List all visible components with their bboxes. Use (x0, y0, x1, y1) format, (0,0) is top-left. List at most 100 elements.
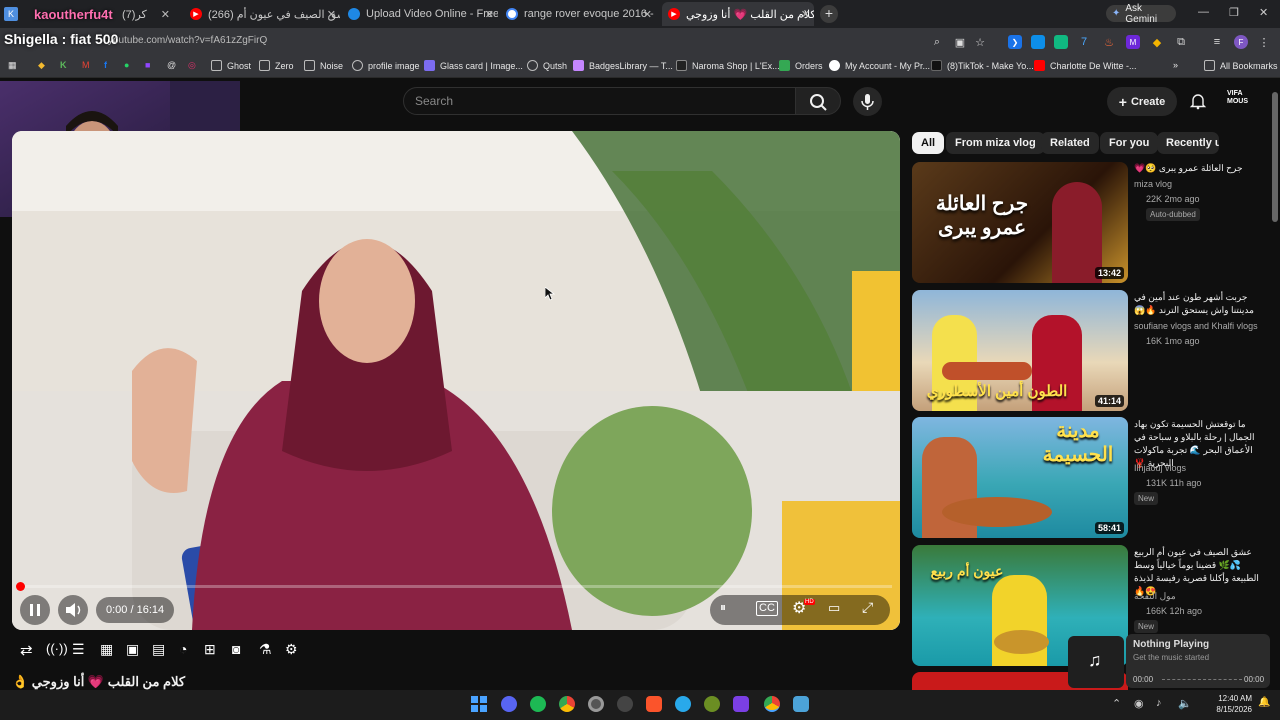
playlist-icon[interactable]: ☰ (72, 641, 85, 658)
loop-icon[interactable]: ⇄ (20, 641, 33, 659)
bookmark-naroma-shop[interactable]: Naroma Shop | L'Ex... (676, 60, 780, 71)
bookmark-my-account[interactable]: My Account - My Pr... (829, 60, 930, 71)
bookmark-noise[interactable]: Noise (304, 60, 343, 71)
notification-center-icon[interactable]: 🔔 (1258, 697, 1270, 708)
voice-search-button[interactable] (853, 87, 882, 116)
close-tab-icon[interactable]: ✕ (327, 8, 336, 21)
chip-all[interactable]: All (912, 132, 945, 154)
cinema-icon[interactable]: ▤ (152, 641, 165, 658)
apps-grid-icon[interactable]: ▦ (8, 60, 17, 71)
theater-mode-icon[interactable]: ▭ (828, 600, 840, 616)
brave-icon[interactable] (646, 696, 662, 712)
bookmark-glass-card[interactable]: Glass card | Image... (424, 60, 523, 71)
profile-avatar[interactable]: F (1234, 35, 1248, 49)
progress-bar[interactable] (20, 585, 892, 588)
all-bookmarks[interactable]: All Bookmarks (1204, 60, 1278, 71)
bookmark-ghost[interactable]: Ghost (211, 60, 251, 71)
tray-chevron-icon[interactable]: ⌃ (1112, 697, 1121, 710)
app-icon[interactable] (733, 696, 749, 712)
bookmark-tiktok[interactable]: (8)TikTok - Make Yo... (931, 60, 1034, 71)
search-input[interactable]: Search (403, 87, 796, 115)
binance-icon[interactable]: ◆ (38, 60, 45, 71)
captions-icon[interactable]: CC (756, 601, 778, 616)
discord-icon[interactable] (501, 696, 517, 712)
spotify-icon[interactable] (530, 696, 546, 712)
system-clock[interactable]: 12:40 AM 8/15/2026 (1210, 693, 1252, 715)
screenshot-camera-icon[interactable]: ◙ (232, 641, 240, 657)
create-button[interactable]: + Create (1107, 87, 1177, 116)
more-bookmarks-icon[interactable]: » (1173, 60, 1178, 70)
recommendation-thumbnail[interactable]: جرح العائلة عمرو يبرى 13:42 (912, 162, 1128, 283)
speed-icon[interactable]: ◔ (179, 641, 187, 657)
chip-recently-uploaded[interactable]: Recently up (1157, 132, 1219, 154)
close-tab-icon[interactable]: ✕ (485, 8, 494, 21)
extension-icon[interactable]: ❯ (1008, 35, 1022, 49)
fullscreen-icon[interactable]: ⤢ (862, 599, 873, 616)
recommendation-thumbnail[interactable]: الطون أمين الأسطوري 41:14 (912, 290, 1128, 411)
notifications-button[interactable] (1189, 92, 1207, 110)
flask-icon[interactable]: ⚗ (259, 641, 272, 658)
app-icon[interactable] (793, 696, 809, 712)
clip-icon[interactable]: ▦ (100, 641, 113, 658)
account-avatar[interactable]: VIFA MOUS (1227, 90, 1255, 112)
extensions-puzzle-icon[interactable]: ⧉ (1174, 35, 1188, 49)
chrome-active-icon[interactable] (764, 696, 780, 712)
bookmark-zero[interactable]: Zero (259, 60, 294, 71)
whatsapp-icon[interactable]: ● (124, 60, 129, 70)
search-button[interactable] (795, 87, 841, 115)
threads-icon[interactable]: @ (167, 60, 176, 70)
extension-icon[interactable] (1054, 35, 1068, 49)
telegram-icon[interactable] (675, 696, 691, 712)
bookmark-orders[interactable]: Orders (779, 60, 823, 71)
extension-icon[interactable]: M (1126, 35, 1140, 49)
tab-active-video[interactable]: ▶ كلام من القلب 💗 أنا وزوجي ✕ (662, 2, 814, 26)
extension-icon[interactable]: ◆ (1150, 35, 1164, 49)
bookmark-badges-library[interactable]: BadgesLibrary — T... (573, 60, 673, 71)
add-box-icon[interactable]: ⊞ (204, 641, 216, 658)
facebook-icon[interactable]: f (104, 60, 107, 70)
bookmark-star-icon[interactable]: ☆ (973, 35, 987, 49)
recommendation-channel[interactable]: miza vlog (1134, 179, 1172, 189)
recommendation-channel[interactable]: مول النفحة (1134, 591, 1176, 602)
app-icon[interactable] (704, 696, 720, 712)
progress-scrubber[interactable] (16, 582, 25, 591)
extension-icon[interactable]: 7 (1077, 35, 1091, 49)
recommendation-channel[interactable]: soufiane vlogs and Khalfi vlogs (1134, 321, 1258, 331)
menu-dots-icon[interactable]: ⋮ (1257, 35, 1271, 49)
recommendation-channel[interactable]: Ilhjaouj vlogs (1134, 463, 1186, 473)
audio-waves-icon[interactable]: ((·)) (46, 641, 68, 656)
twitch-icon[interactable]: ■ (145, 60, 150, 70)
bookmark-charlotte-de-witte[interactable]: Charlotte De Witte -... (1034, 60, 1137, 71)
chip-from-miza-vlog[interactable]: From miza vlog (946, 132, 1045, 154)
bookmark-profile-image[interactable]: profile image (352, 60, 420, 71)
kick-icon[interactable]: K (60, 60, 67, 70)
close-tab-icon[interactable]: ✕ (643, 8, 652, 21)
recommendation-title[interactable]: جربت أشهر طون عند أمين في مدينتنا واش يس… (1134, 291, 1262, 317)
close-tab-icon[interactable]: ✕ (161, 8, 170, 21)
volume-tray-icon[interactable]: 🔈 (1178, 697, 1192, 710)
tab-google-search[interactable]: range rover evoque 2016 - Goo... ✕ (506, 2, 656, 26)
chrome-icon[interactable] (559, 696, 575, 712)
maximize-icon[interactable]: ❐ (1229, 6, 1239, 19)
minimize-icon[interactable]: — (1198, 6, 1209, 18)
extension-icon[interactable]: ♨ (1102, 35, 1116, 49)
volume-button[interactable] (58, 595, 88, 625)
music-progress-track[interactable] (1162, 679, 1242, 680)
tab-youtube-2[interactable]: ▶ (266) عشق الصيف في عيون أم ... ✕ (190, 2, 340, 26)
chip-for-you[interactable]: For you (1100, 132, 1159, 154)
obs-icon[interactable] (588, 696, 604, 712)
zoom-icon[interactable]: ⌕ (930, 35, 944, 49)
page-scrollbar-thumb[interactable] (1272, 92, 1278, 222)
network-icon[interactable]: ◉ (1134, 697, 1144, 710)
mic-tray-icon[interactable]: ♪ (1156, 697, 1162, 709)
picture-in-picture-icon[interactable]: ▣ (126, 641, 139, 658)
tab-upload-video[interactable]: Upload Video Online - Free Vid... ✕ (348, 2, 498, 26)
url-field[interactable]: youtube.com/watch?v=fA61zZgFirQ (108, 35, 267, 46)
recommendation-thumbnail[interactable]: مدينة الحسيمة 58:41 (912, 417, 1128, 538)
settings-gear-icon[interactable]: ⚙ (285, 641, 298, 658)
chip-related[interactable]: Related (1041, 132, 1099, 154)
cast-icon[interactable]: ▣ (953, 35, 967, 49)
new-tab-button[interactable]: + (820, 5, 838, 23)
ask-gemini-button[interactable]: ✦ Ask Gemini (1106, 3, 1176, 25)
video-player[interactable]: 0:00 / 16:14 ⏸ CC ⚙ HD ▭ ⤢ (12, 131, 900, 630)
